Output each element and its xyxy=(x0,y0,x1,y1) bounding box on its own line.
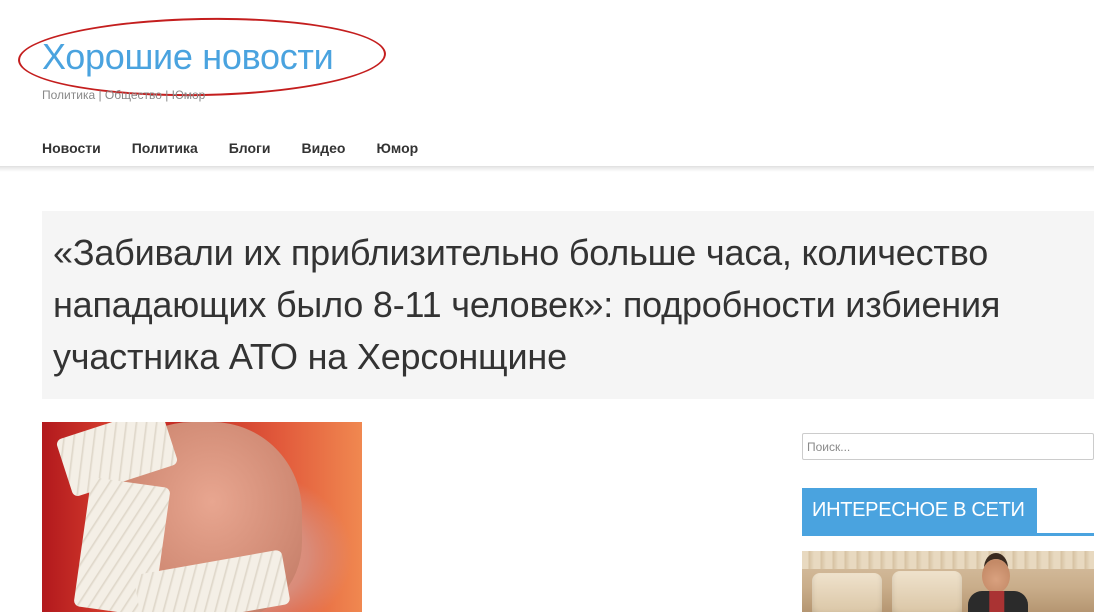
nav-item-news[interactable]: Новости xyxy=(42,140,101,156)
nav-item-blogs[interactable]: Блоги xyxy=(229,140,271,156)
nav-item-politics[interactable]: Политика xyxy=(132,140,198,156)
main-nav: Новости Политика Блоги Видео Юмор xyxy=(42,140,449,156)
widget-thumbnail-person xyxy=(982,559,1010,593)
widget-header: ИНТЕРЕСНОЕ В СЕТИ xyxy=(802,488,1094,536)
nav-item-humor[interactable]: Юмор xyxy=(376,140,418,156)
widget-thumbnail[interactable] xyxy=(802,551,1094,612)
widget-title: ИНТЕРЕСНОЕ В СЕТИ xyxy=(802,488,1037,533)
widget-title-underline xyxy=(802,533,1094,536)
annotation-oval xyxy=(17,14,387,100)
article-title: «Забивали их приблизительно больше часа,… xyxy=(53,232,1001,377)
nav-item-video[interactable]: Видео xyxy=(302,140,346,156)
article-header: «Забивали их приблизительно больше часа,… xyxy=(42,211,1094,399)
article-image[interactable] xyxy=(42,422,362,612)
nav-divider xyxy=(0,166,1094,172)
widget-thumbnail-person xyxy=(968,591,1028,612)
search-input[interactable] xyxy=(802,433,1094,460)
site-tagline: Политика | Общество | Юмор xyxy=(42,88,206,102)
widget-thumbnail-seat xyxy=(892,571,962,612)
widget-thumbnail-seat xyxy=(812,573,882,612)
widget-thumbnail-curtain xyxy=(802,551,1094,569)
